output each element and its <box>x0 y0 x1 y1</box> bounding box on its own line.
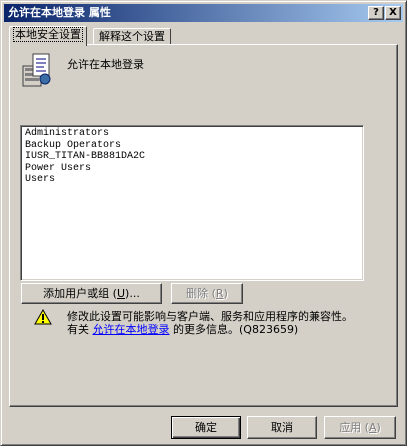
tab-label: 本地安全设置 <box>13 27 83 42</box>
more-info-link[interactable]: 允许在本地登录 <box>93 323 170 336</box>
policy-title: 允许在本地登录 <box>67 58 144 71</box>
ok-button[interactable]: 确定 <box>171 416 241 439</box>
help-button[interactable]: ? <box>368 6 384 20</box>
apply-button-suffix: ) <box>376 421 381 434</box>
add-user-or-group-button[interactable]: 添加用户或组 (U)... <box>21 283 162 304</box>
tab-label: 解释这个设置 <box>99 30 165 43</box>
policy-server-icon <box>22 53 51 87</box>
apply-button-text: 应用 ( <box>339 421 369 434</box>
add-button-hotkey: U <box>116 287 126 300</box>
tab-explain-setting[interactable]: 解释这个设置 <box>93 28 171 45</box>
properties-dialog: 允许在本地登录 属性 ? X 本地安全设置 解释这个设置 允许在本地登录 Adm… <box>0 0 407 446</box>
members-listbox[interactable]: Administrators Backup Operators IUSR_TIT… <box>20 125 364 281</box>
warning-text-line2: 有关 允许在本地登录 的更多信息。(Q823659) <box>67 321 298 337</box>
list-item-users[interactable]: Users <box>25 174 363 186</box>
remove-button-suffix: ) <box>223 287 228 300</box>
list-item-power-users[interactable]: Power Users <box>25 163 363 175</box>
tab-local-security-setting[interactable]: 本地安全设置 <box>9 26 87 46</box>
warning-suffix: 的更多信息。(Q823659) <box>169 323 299 336</box>
add-button-suffix: )... <box>125 287 140 300</box>
cancel-button[interactable]: 取消 <box>247 416 317 439</box>
apply-button[interactable]: 应用 (A) <box>324 416 396 439</box>
title-bar[interactable]: 允许在本地登录 属性 ? X <box>4 4 403 22</box>
remove-button[interactable]: 删除 (R) <box>171 283 243 304</box>
warning-prefix: 有关 <box>67 323 93 336</box>
close-button[interactable]: X <box>385 6 401 20</box>
list-item-backup-operators[interactable]: Backup Operators <box>25 140 363 152</box>
apply-button-hotkey: A <box>368 421 377 434</box>
list-item-iusr[interactable]: IUSR_TITAN-BB881DA2C <box>25 151 363 163</box>
warning-icon <box>34 309 52 325</box>
window-title: 允许在本地登录 属性 <box>8 6 111 19</box>
list-item-administrators[interactable]: Administrators <box>25 128 363 140</box>
remove-button-text: 删除 ( <box>186 287 216 300</box>
remove-button-hotkey: R <box>215 287 224 300</box>
add-button-text: 添加用户或组 ( <box>43 287 117 300</box>
